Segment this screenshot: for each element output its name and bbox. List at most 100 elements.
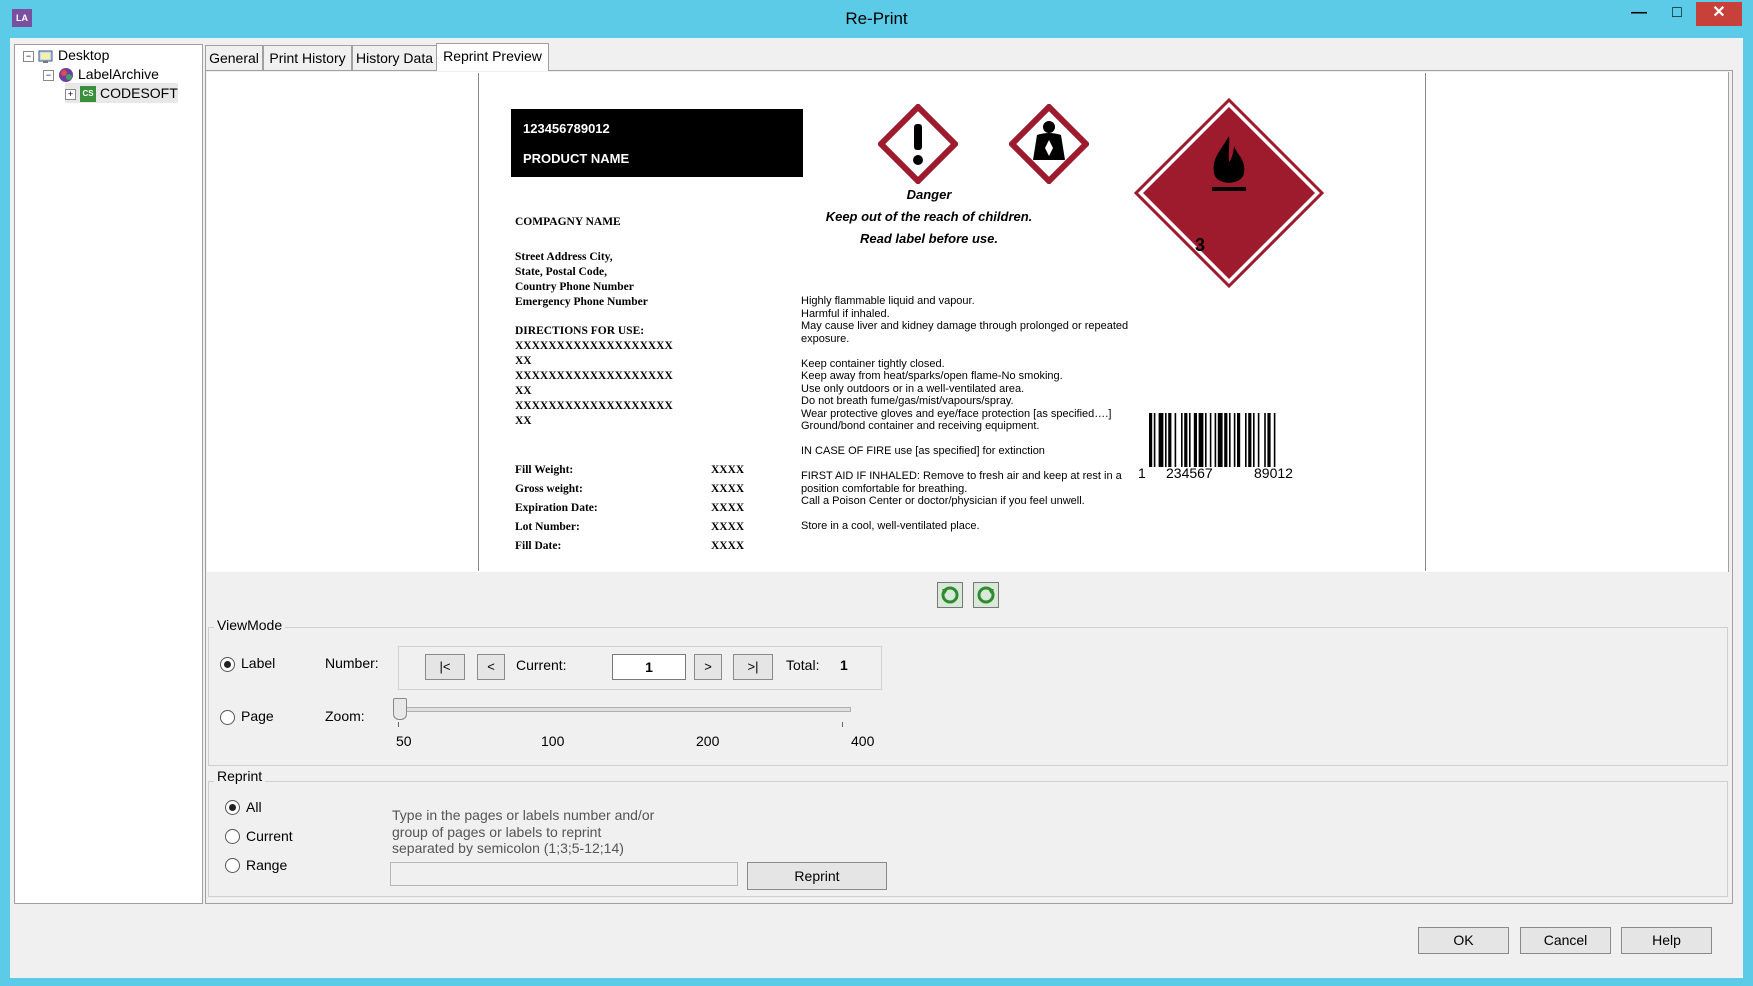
zoom-tick-label: 50 bbox=[396, 733, 412, 749]
collapse-icon[interactable]: − bbox=[23, 50, 34, 62]
hazard-statement-line: FIRST AID IF INHALED: Remove to fresh ai… bbox=[801, 470, 1122, 482]
cancel-button[interactable]: Cancel bbox=[1520, 927, 1611, 954]
danger-text: Danger bbox=[906, 187, 952, 202]
codesoft-icon: CS bbox=[80, 86, 96, 103]
warning-text: Read label before use. bbox=[860, 231, 998, 246]
zoom-tick-label: 200 bbox=[696, 733, 720, 749]
collapse-icon[interactable]: − bbox=[43, 69, 54, 81]
directions-line: XXXXXXXXXXXXXXXXXXX bbox=[515, 370, 673, 382]
directions-title: DIRECTIONS FOR USE: bbox=[515, 325, 645, 337]
field-value: XXXX bbox=[711, 502, 745, 514]
reprint-button[interactable]: Reprint bbox=[747, 862, 887, 890]
hazard-statement-line: IN CASE OF FIRE use [as specified] for e… bbox=[801, 445, 1045, 457]
current-radio[interactable] bbox=[225, 829, 240, 844]
tree-item-codesoft[interactable]: + CS CODESOFT bbox=[65, 83, 178, 103]
reprint-hint-line: Type in the pages or labels number and/o… bbox=[392, 807, 655, 823]
tab-reprint-preview[interactable]: Reprint Preview bbox=[436, 43, 549, 71]
hazard-statement-line: Wear protective gloves and eye/face prot… bbox=[801, 407, 1112, 420]
directions-line: XXXXXXXXXXXXXXXXXXX bbox=[515, 400, 673, 412]
barcode-digit: 1 bbox=[1138, 465, 1146, 481]
tree-item-label: Desktop bbox=[58, 47, 110, 63]
current-label: Current: bbox=[516, 657, 567, 673]
zoom-slider-track[interactable] bbox=[400, 707, 851, 712]
tree-item-label: LabelArchive bbox=[78, 66, 159, 82]
address-line: Street Address City, bbox=[515, 251, 613, 263]
field-value: XXXX bbox=[711, 464, 745, 476]
diamond-class-number: 3 bbox=[1195, 235, 1206, 255]
page-radio-label: Page bbox=[241, 708, 274, 724]
directions-line: XX bbox=[515, 355, 532, 367]
hazard-statement-line: Highly flammable liquid and vapour. bbox=[801, 295, 975, 307]
tab-history-data[interactable]: History Data bbox=[352, 45, 437, 70]
directions-line: XX bbox=[515, 415, 532, 427]
field-value: XXXX bbox=[711, 483, 745, 495]
health-hazard-pictogram-icon bbox=[1009, 104, 1089, 184]
current-radio-label: Current bbox=[246, 828, 293, 844]
hazard-statement-line: Keep away from heat/sparks/open flame-No… bbox=[801, 370, 1063, 382]
tab-general[interactable]: General bbox=[205, 45, 263, 70]
company-name: COMPAGNY NAME bbox=[515, 216, 621, 228]
hazard-statement-line: Do not breath fume/gas/mist/vapours/spra… bbox=[801, 395, 1014, 407]
address-line: State, Postal Code, bbox=[515, 266, 607, 278]
zoom-slider-thumb[interactable] bbox=[393, 698, 407, 720]
field-name: Fill Weight: bbox=[515, 464, 574, 476]
all-radio[interactable] bbox=[225, 800, 240, 815]
field-value: XXXX bbox=[711, 521, 745, 533]
zoom-tick bbox=[398, 722, 399, 727]
label-radio[interactable] bbox=[220, 657, 235, 672]
tree-item-labelarchive[interactable]: − LabelArchive bbox=[43, 64, 159, 84]
tree-item-desktop[interactable]: − Desktop bbox=[23, 45, 109, 65]
reprint-title: Reprint bbox=[214, 768, 266, 784]
rotate-left-button[interactable] bbox=[937, 582, 963, 608]
hazard-statement-line: position comfortable for breathing. bbox=[801, 482, 968, 495]
last-button[interactable]: >| bbox=[733, 654, 773, 680]
hazard-statement-line: Use only outdoors or in a well-ventilate… bbox=[801, 382, 1025, 395]
tree-view[interactable]: − Desktop − LabelArchive + CS CODESOFT bbox=[14, 44, 203, 904]
viewmode-title: ViewMode bbox=[214, 617, 286, 633]
first-button[interactable]: |< bbox=[425, 654, 465, 680]
hazard-statement-line: May cause liver and kidney damage throug… bbox=[801, 320, 1129, 332]
tab-print-history[interactable]: Print History bbox=[263, 45, 352, 70]
flammable-diamond-icon bbox=[1134, 98, 1324, 288]
window-title: Re-Print bbox=[845, 9, 908, 28]
close-button[interactable]: ✕ bbox=[1696, 2, 1742, 26]
maximize-button[interactable]: □ bbox=[1658, 2, 1696, 26]
hazard-statement-line: Store in a cool, well-ventilated place. bbox=[801, 520, 980, 532]
tree-item-label: CODESOFT bbox=[100, 85, 178, 101]
hazard-statement-line: exposure. bbox=[801, 332, 850, 345]
range-radio-label: Range bbox=[246, 857, 288, 873]
range-radio[interactable] bbox=[225, 858, 240, 873]
label-preview: 123456789012 PRODUCT NAME COMPAGNY NAME … bbox=[478, 73, 1426, 571]
hazard-statement-line: Ground/bond container and receiving equi… bbox=[801, 420, 1040, 432]
minimize-button[interactable]: — bbox=[1620, 2, 1658, 26]
hazard-statement-line: Keep container tightly closed. bbox=[801, 357, 945, 370]
expand-icon[interactable]: + bbox=[65, 88, 76, 100]
reprint-hint-line: group of pages or labels to reprint bbox=[392, 824, 602, 840]
field-name: Gross weight: bbox=[515, 483, 583, 495]
directions-line: XXXXXXXXXXXXXXXXXXX bbox=[515, 340, 673, 352]
field-name: Lot Number: bbox=[515, 521, 580, 533]
product-code: 123456789012 bbox=[523, 121, 610, 136]
number-label: Number: bbox=[325, 655, 379, 671]
zoom-tick-label: 400 bbox=[851, 733, 875, 749]
previous-button[interactable]: < bbox=[477, 654, 505, 680]
current-page-input[interactable]: 1 bbox=[612, 654, 686, 680]
warning-text: Keep out of the reach of children. bbox=[825, 209, 1033, 224]
next-button[interactable]: > bbox=[694, 654, 722, 680]
field-value: XXXX bbox=[711, 540, 745, 552]
zoom-label: Zoom: bbox=[325, 708, 365, 724]
barcode-digits: 234567 bbox=[1166, 465, 1213, 481]
zoom-tick-label: 100 bbox=[541, 733, 565, 749]
zoom-tick bbox=[842, 722, 843, 727]
product-name: PRODUCT NAME bbox=[523, 151, 630, 166]
ok-button[interactable]: OK bbox=[1418, 927, 1509, 954]
reprint-hint-line: separated by semicolon (1;3;5-12;14) bbox=[392, 840, 624, 856]
range-input[interactable] bbox=[390, 862, 738, 886]
total-value: 1 bbox=[840, 657, 848, 673]
help-button[interactable]: Help bbox=[1621, 927, 1712, 954]
page-radio[interactable] bbox=[220, 710, 235, 725]
rotate-right-button[interactable] bbox=[973, 582, 999, 608]
field-name: Fill Date: bbox=[515, 540, 562, 552]
labelarchive-icon bbox=[58, 67, 74, 83]
label-radio-label: Label bbox=[241, 655, 276, 671]
